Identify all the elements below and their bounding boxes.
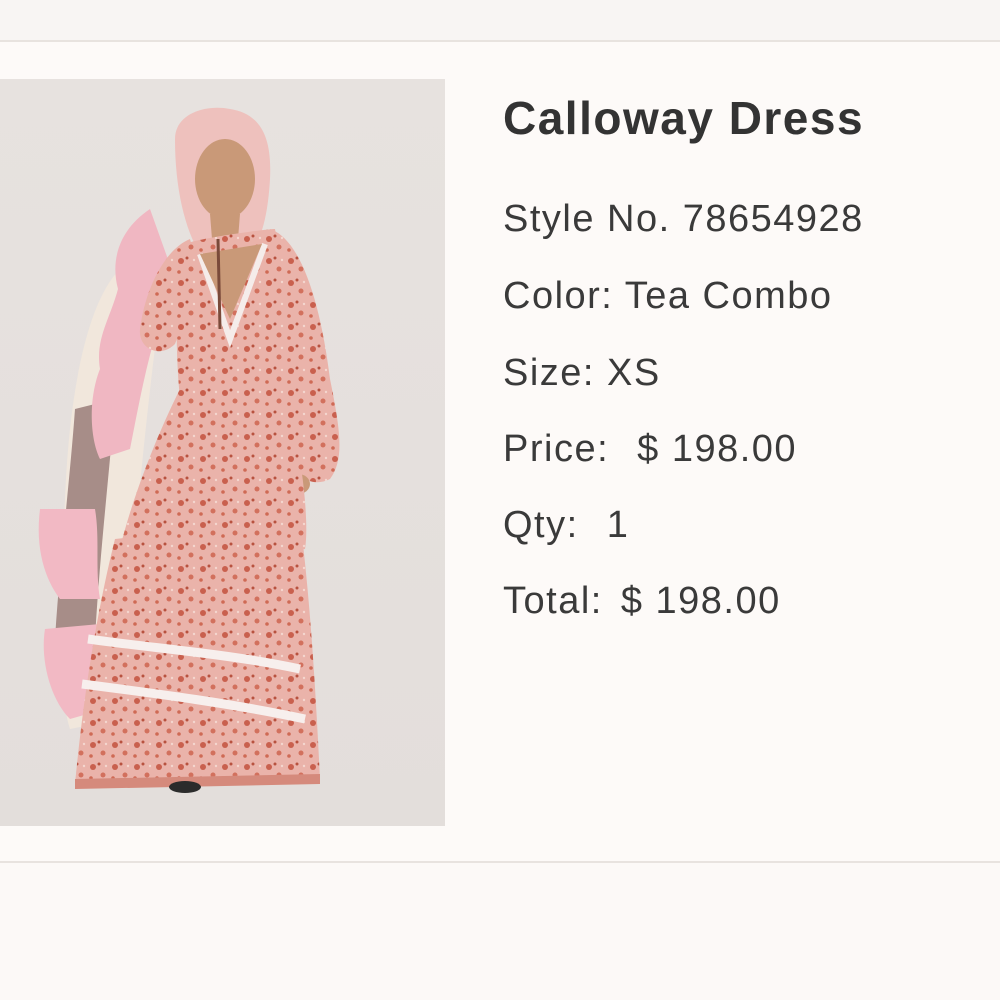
qty-row: Qty: 1 [503,502,629,548]
dress-illustration [0,79,445,826]
color-info: Color: Tea Combo [503,275,833,317]
total-value: $ 198.00 [620,580,781,622]
style-number: Style No. 78654928 [503,198,864,240]
product-details: Calloway Dress Style No. 78654928 Color:… [503,88,983,622]
qty-value: 1 [606,504,630,546]
product-title: Calloway Dress [503,92,865,144]
qty-label: Qty: [503,504,579,546]
size-info: Size: XS [503,352,661,394]
total-label: Total: [503,580,603,622]
top-band [0,0,1000,40]
product-photo[interactable] [0,79,445,826]
price-value: $ 198.00 [637,428,798,470]
bottom-band [0,863,1000,1000]
price-label: Price: [503,428,610,470]
price-row: Price: $ 198.00 [503,426,797,472]
total-row: Total: $ 198.00 [503,578,781,624]
